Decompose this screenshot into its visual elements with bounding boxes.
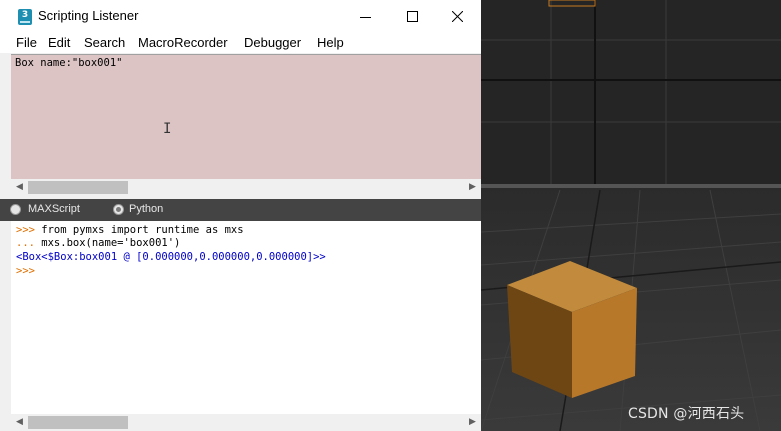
language-tab-bar: MAXScript Python <box>0 199 481 221</box>
scrollbar-thumb[interactable] <box>28 416 128 429</box>
scroll-right-arrow-icon[interactable]: ▶ <box>464 414 481 431</box>
python-radio[interactable] <box>113 204 124 215</box>
output-text: mxs.box(name='box001') <box>34 237 181 249</box>
listener-output-pane[interactable]: >>> from pymxs import runtime as mxs ...… <box>11 221 481 414</box>
output-line: >>> <box>16 265 35 277</box>
macro-recorder-text: Box name:"box001" <box>15 57 123 69</box>
maximize-icon <box>407 11 418 22</box>
maxscript-label[interactable]: MAXScript <box>28 203 80 215</box>
maxscript-radio[interactable] <box>10 204 21 215</box>
scroll-left-arrow-icon[interactable]: ◀ <box>11 414 28 431</box>
output-prompt: >>> <box>16 224 35 236</box>
left-gutter <box>0 54 11 431</box>
scroll-left-arrow-icon[interactable]: ◀ <box>11 179 28 196</box>
scrollbar-thumb[interactable] <box>28 181 128 194</box>
app-icon: 3 <box>18 9 32 25</box>
output-line: ... mxs.box(name='box001') <box>16 237 180 249</box>
maximize-button[interactable] <box>389 0 435 33</box>
minimize-icon <box>360 17 371 18</box>
python-label[interactable]: Python <box>129 203 163 215</box>
menu-file[interactable]: File <box>16 35 37 50</box>
watermark-text: CSDN @河西石头 <box>628 406 745 422</box>
output-text: from pymxs import runtime as mxs <box>34 224 244 236</box>
output-pane-scrollbar[interactable]: ◀ ▶ <box>11 414 481 431</box>
text-cursor-icon: I <box>163 121 172 137</box>
output-line: <Box<$Box:box001 @ [0.000000,0.000000,0.… <box>16 251 326 263</box>
output-result: <Box<$Box:box001 @ [0.000000,0.000000,0.… <box>16 251 326 263</box>
scripting-listener-window: 3 Scripting Listener File Edit Search Ma… <box>0 0 481 431</box>
output-prompt: >>> <box>16 265 35 277</box>
close-button[interactable] <box>435 0 481 33</box>
menu-debugger[interactable]: Debugger <box>244 35 301 50</box>
menu-search[interactable]: Search <box>84 35 125 50</box>
output-prompt: ... <box>16 237 35 249</box>
menu-bar: File Edit Search MacroRecorder Debugger … <box>0 33 481 53</box>
macro-pane-scrollbar[interactable]: ◀ ▶ <box>11 179 481 196</box>
scroll-right-arrow-icon[interactable]: ▶ <box>464 179 481 196</box>
menu-help[interactable]: Help <box>317 35 344 50</box>
close-icon <box>452 11 463 22</box>
menu-edit[interactable]: Edit <box>48 35 70 50</box>
output-line: >>> from pymxs import runtime as mxs <box>16 224 244 236</box>
minimize-button[interactable] <box>343 0 389 33</box>
window-title: Scripting Listener <box>38 8 139 23</box>
title-bar[interactable]: 3 Scripting Listener <box>0 0 481 33</box>
macro-recorder-pane[interactable]: Box name:"box001" I <box>11 54 481 181</box>
menu-macrorecorder[interactable]: MacroRecorder <box>138 35 228 50</box>
